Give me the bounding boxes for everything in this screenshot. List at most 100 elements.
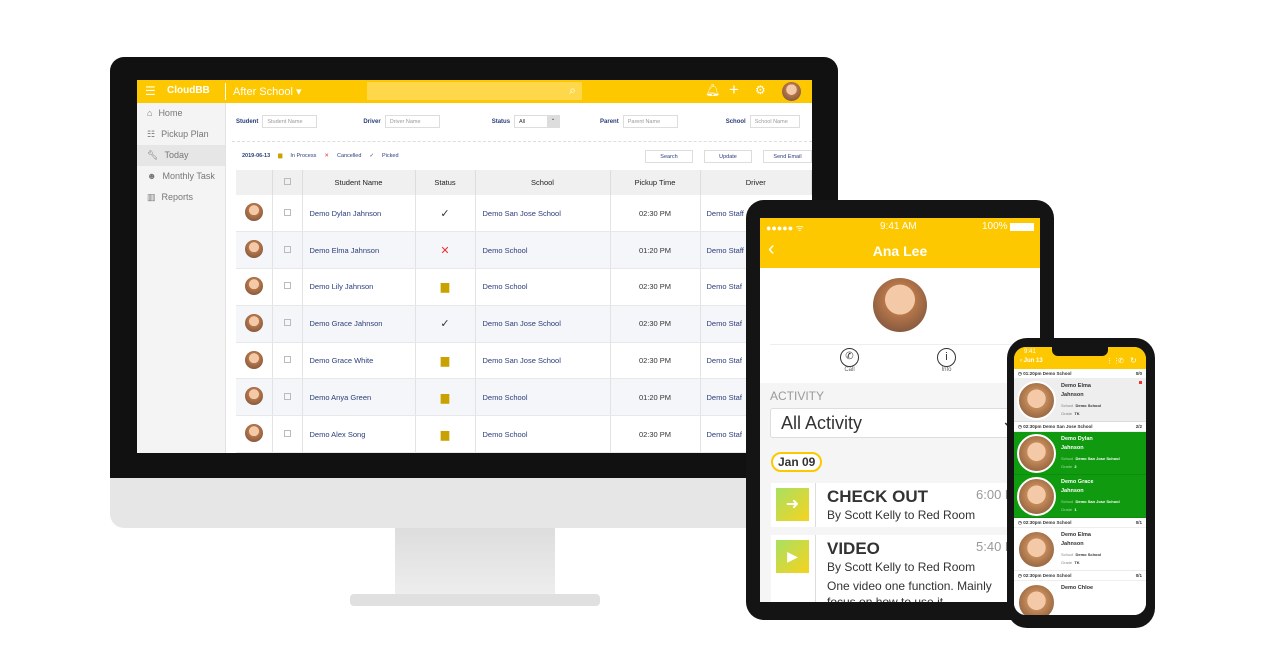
tablet-screen: ●●●●● ᯤ 9:41 AM 100% ‹ Ana Lee ✆ Call i In…	[760, 218, 1040, 602]
row-checkbox[interactable]	[283, 356, 291, 364]
student-avatar	[244, 387, 263, 406]
row-checkbox[interactable]	[283, 429, 291, 437]
wrench-icon: 🔧︎	[147, 150, 159, 160]
grade-label: Grade	[1061, 507, 1073, 512]
info-button[interactable]: i Info	[937, 348, 956, 373]
table-row[interactable]: Demo Lily Jahnson ▆ Demo School 02:30 PM…	[236, 268, 812, 306]
student-card[interactable]: Demo Elma Jahnson School Demo School Grad…	[1014, 379, 1146, 422]
row-checkbox[interactable]	[283, 392, 291, 400]
battery-icon	[1010, 223, 1034, 231]
school-input[interactable]: School Name	[749, 115, 800, 128]
call-button[interactable]: ✆ Call	[840, 348, 859, 373]
refresh-icon[interactable]: ↻	[1130, 356, 1137, 365]
info-icon: i	[937, 348, 956, 367]
select-all-checkbox[interactable]	[283, 178, 291, 185]
event-card[interactable]: ➜ CHECK OUT 6:00 PM By Scott Kelly to Re…	[771, 483, 1040, 527]
clock-icon: ◷	[1018, 520, 1022, 525]
sidebar-item[interactable]: ▥ Reports	[137, 187, 225, 208]
x-icon: ✕	[324, 153, 329, 159]
student-label: Student	[236, 118, 259, 125]
sidebar-item[interactable]: ☷ Pickup Plan	[137, 124, 225, 145]
sidebar-item[interactable]: ⌂ Home	[137, 103, 225, 124]
avatar[interactable]	[782, 82, 801, 101]
student-card[interactable]: Demo Elma Jahnson School Demo School Grad…	[1014, 528, 1146, 571]
home-icon: ⌂	[147, 108, 153, 118]
list-icon: ☷	[147, 129, 156, 139]
col-driver: Driver	[700, 170, 812, 195]
student-name[interactable]: Demo Dylan Jahnson	[302, 195, 416, 233]
search-icon[interactable]: ⌕	[569, 83, 576, 98]
sidebar-item[interactable]: ☻ Monthly Task	[137, 166, 225, 187]
gear-icon[interactable]: ⚙	[755, 83, 766, 97]
program-select[interactable]: After School ▾	[233, 85, 302, 98]
student-input[interactable]: Student Name	[262, 115, 318, 128]
back-button[interactable]: ‹ Jun 13	[1020, 358, 1043, 364]
check-icon: ✓	[440, 318, 450, 331]
student-name[interactable]: Demo Grace White	[302, 342, 416, 380]
grade-label: Grade	[1061, 411, 1073, 416]
table-row[interactable]: Demo Elma Jahnson ✕ Demo School 01:20 PM…	[236, 231, 812, 270]
student-grade: 2	[1074, 464, 1077, 469]
row-checkbox[interactable]	[283, 319, 291, 327]
info-label: Info	[941, 367, 952, 373]
status-legend: 2019-06-13 ▆ In Process ✕ Cancelled ✓ Picke…	[242, 153, 399, 159]
event-by: By Scott Kelly to Red Room	[827, 508, 976, 522]
battery-level: 100%	[982, 221, 1008, 232]
update-button[interactable]: Update	[704, 150, 752, 163]
table-row[interactable]: Demo Grace White ▆ Demo San Jose School …	[236, 342, 812, 380]
student-card[interactable]: Demo Grace Jahnson School Demo San Jose S…	[1014, 475, 1146, 518]
search-button[interactable]: Search	[645, 150, 693, 163]
pickup-time: 01:20 PM	[610, 378, 701, 417]
menu-icon[interactable]: ☰	[145, 84, 156, 98]
sidebar-item-label: Monthly Task	[162, 171, 215, 181]
event-title: VIDEO	[827, 539, 880, 558]
phone-icon: ✆	[840, 348, 859, 367]
table-row[interactable]: Demo Dylan Jahnson ✓ Demo San Jose Schoo…	[236, 195, 812, 233]
event-description: One video one function. Mainly focus on …	[827, 579, 992, 602]
student-last-name: Jahnson	[1061, 488, 1084, 494]
row-checkbox[interactable]	[283, 282, 291, 290]
student-card[interactable]: Demo Chloe	[1014, 581, 1146, 615]
chart-icon: ▥	[147, 192, 156, 202]
table-row[interactable]: Demo Anya Green ▆ Demo School 01:20 PM D…	[236, 378, 812, 417]
col-school: School	[475, 170, 611, 195]
student-name[interactable]: Demo Lily Jahnson	[302, 268, 416, 306]
plus-icon[interactable]: +	[729, 80, 739, 100]
student-name[interactable]: Demo Anya Green	[302, 378, 416, 417]
row-checkbox[interactable]	[283, 245, 291, 253]
school-name: Demo San Jose School	[475, 195, 611, 233]
table-row[interactable]: Demo Grace Jahnson ✓ Demo San Jose Schoo…	[236, 305, 812, 343]
search-input[interactable]: ⌕	[367, 82, 582, 100]
student-name[interactable]: Demo Elma Jahnson	[302, 231, 416, 270]
school-name: Demo School	[475, 268, 611, 306]
school-label: School	[1061, 499, 1074, 504]
sidebar-item-label: Home	[158, 108, 183, 118]
driver-input[interactable]: Driver Name	[384, 115, 440, 128]
pickup-time: 02:30 PM	[610, 268, 701, 306]
status-label: Status	[491, 118, 511, 125]
bell-icon[interactable]: 🔔︎	[705, 83, 720, 97]
bus-icon: ▆	[440, 355, 450, 368]
status-select[interactable]: All ⌄	[514, 115, 561, 128]
student-name[interactable]: Demo Grace Jahnson	[302, 305, 416, 343]
student-name[interactable]: Demo Alex Song	[302, 415, 416, 453]
time-group-header: ◷ 02:30pm Demo School 0/1	[1014, 571, 1146, 581]
event-card[interactable]: ▶ VIDEO 5:40 PM By Scott Kelly to Red Ro…	[771, 535, 1040, 602]
row-checkbox[interactable]	[283, 208, 291, 216]
sidebar-item[interactable]: 🔧︎ Today	[137, 145, 225, 166]
check-icon: ✓	[440, 207, 450, 220]
student-first-name: Demo Dylan	[1061, 436, 1093, 442]
sidebar-item-label: Pickup Plan	[161, 129, 209, 139]
col-status: Status	[415, 170, 476, 195]
phone-icon[interactable]: ✆	[1118, 357, 1124, 365]
student-card[interactable]: Demo Dylan Jahnson School Demo San Jose S…	[1014, 432, 1146, 475]
sidebar: ⌂ Home ☷ Pickup Plan 🔧︎ Today ☻ Monthly Task ▥ Re…	[137, 103, 226, 453]
parent-input[interactable]: Parent Name	[622, 115, 678, 128]
send-email-button[interactable]: Send Email	[763, 150, 812, 163]
school-name: Demo School	[475, 231, 611, 270]
table-row[interactable]: Demo Alex Song ▆ Demo School 02:30 PM De…	[236, 415, 812, 453]
activity-filter-select[interactable]: All Activity⌄	[770, 408, 1040, 438]
school-name: Demo San Jose School	[475, 342, 611, 380]
student-school: Demo School	[1075, 552, 1102, 557]
student-school: Demo San Jose School	[1075, 456, 1120, 461]
